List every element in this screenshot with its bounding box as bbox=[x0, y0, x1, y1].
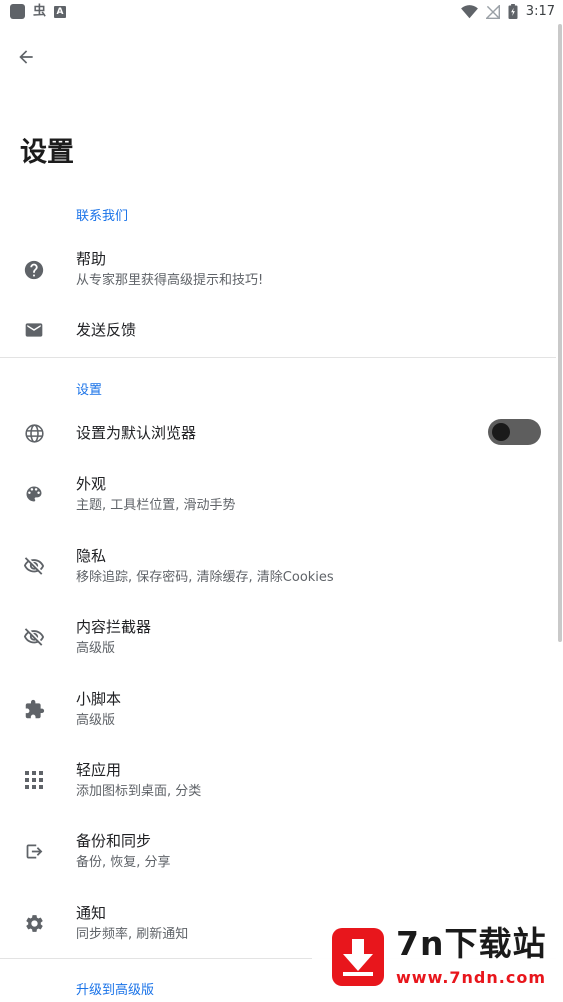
setting-item-title: 备份和同步 bbox=[76, 832, 152, 850]
setting-item-subtitle: 同步频率, 刷新通知 bbox=[76, 927, 189, 942]
no-signal-icon bbox=[485, 4, 500, 19]
setting-item-content-blocker[interactable]: 内容拦截器 高级版 bbox=[0, 608, 556, 670]
setting-item-appearance[interactable]: 外观 主题, 工具栏位置, 滑动手势 bbox=[0, 465, 556, 527]
setting-item-title: 帮助 bbox=[76, 250, 107, 268]
section-header-settings: 设置 bbox=[76, 383, 103, 398]
setting-item-title: 轻应用 bbox=[76, 761, 122, 779]
default-browser-toggle[interactable] bbox=[488, 419, 541, 445]
setting-item-title: 通知 bbox=[76, 904, 107, 922]
gear-icon bbox=[22, 911, 46, 935]
setting-item-feedback[interactable]: 发送反馈 bbox=[0, 306, 556, 354]
globe-icon bbox=[22, 421, 46, 445]
wifi-icon bbox=[460, 4, 478, 18]
mail-icon bbox=[22, 318, 46, 342]
site-watermark: 7n下载站 www.7ndn.com bbox=[312, 912, 563, 1002]
setting-item-title: 隐私 bbox=[76, 547, 107, 565]
setting-item-subtitle: 高级版 bbox=[76, 713, 116, 728]
bug-icon: 虫 bbox=[33, 4, 47, 19]
setting-item-title: 设置为默认浏览器 bbox=[76, 424, 197, 442]
setting-item-subtitle: 添加图标到桌面, 分类 bbox=[76, 784, 202, 799]
status-left-icons: 虫 A bbox=[10, 4, 67, 19]
setting-item-subtitle: 移除追踪, 保存密码, 清除缓存, 清除Cookies bbox=[76, 570, 334, 585]
watermark-title: 7n下载站 bbox=[396, 924, 547, 963]
apps-grid-icon bbox=[22, 768, 46, 792]
puzzle-icon bbox=[22, 697, 46, 721]
setting-item-subtitle: 高级版 bbox=[76, 641, 116, 656]
setting-item-subtitle: 备份, 恢复, 分享 bbox=[76, 855, 171, 870]
setting-item-help[interactable]: 帮助 从专家那里获得高级提示和技巧! bbox=[0, 240, 556, 302]
setting-item-title: 外观 bbox=[76, 475, 107, 493]
setting-item-backup-sync[interactable]: 备份和同步 备份, 恢复, 分享 bbox=[0, 822, 556, 884]
a-badge-icon: A bbox=[54, 5, 67, 18]
setting-item-scripts[interactable]: 小脚本 高级版 bbox=[0, 680, 556, 742]
watermark-url: www.7ndn.com bbox=[396, 968, 546, 987]
setting-item-light-apps[interactable]: 轻应用 添加图标到桌面, 分类 bbox=[0, 751, 556, 813]
toggle-knob bbox=[492, 423, 510, 441]
setting-item-title: 小脚本 bbox=[76, 690, 122, 708]
scrollbar[interactable] bbox=[558, 24, 562, 642]
setting-item-title: 发送反馈 bbox=[76, 321, 137, 339]
palette-icon bbox=[22, 482, 46, 506]
status-right-icons: 3:17 bbox=[460, 3, 555, 20]
status-bar: 虫 A 3:17 bbox=[0, 0, 563, 24]
help-circle-icon bbox=[22, 258, 46, 282]
setting-item-default-browser[interactable]: 设置为默认浏览器 bbox=[0, 410, 556, 456]
setting-item-subtitle: 主题, 工具栏位置, 滑动手势 bbox=[76, 498, 236, 513]
battery-icon bbox=[508, 4, 518, 19]
divider bbox=[0, 357, 556, 358]
eye-off-icon bbox=[22, 625, 46, 649]
page-title: 设置 bbox=[20, 137, 74, 168]
arrow-left-icon bbox=[19, 50, 33, 64]
export-icon bbox=[22, 839, 46, 863]
section-header-upgrade: 升级到高级版 bbox=[76, 983, 155, 998]
eye-off-icon bbox=[22, 554, 46, 578]
status-time: 3:17 bbox=[525, 4, 555, 19]
setting-item-subtitle: 从专家那里获得高级提示和技巧! bbox=[76, 273, 264, 288]
download-logo-icon bbox=[332, 928, 384, 986]
setting-item-title: 内容拦截器 bbox=[76, 618, 152, 636]
notification-square-icon bbox=[10, 4, 25, 19]
back-button[interactable] bbox=[10, 42, 42, 72]
setting-item-privacy[interactable]: 隐私 移除追踪, 保存密码, 清除缓存, 清除Cookies bbox=[0, 537, 556, 599]
section-header-contact: 联系我们 bbox=[76, 209, 129, 224]
